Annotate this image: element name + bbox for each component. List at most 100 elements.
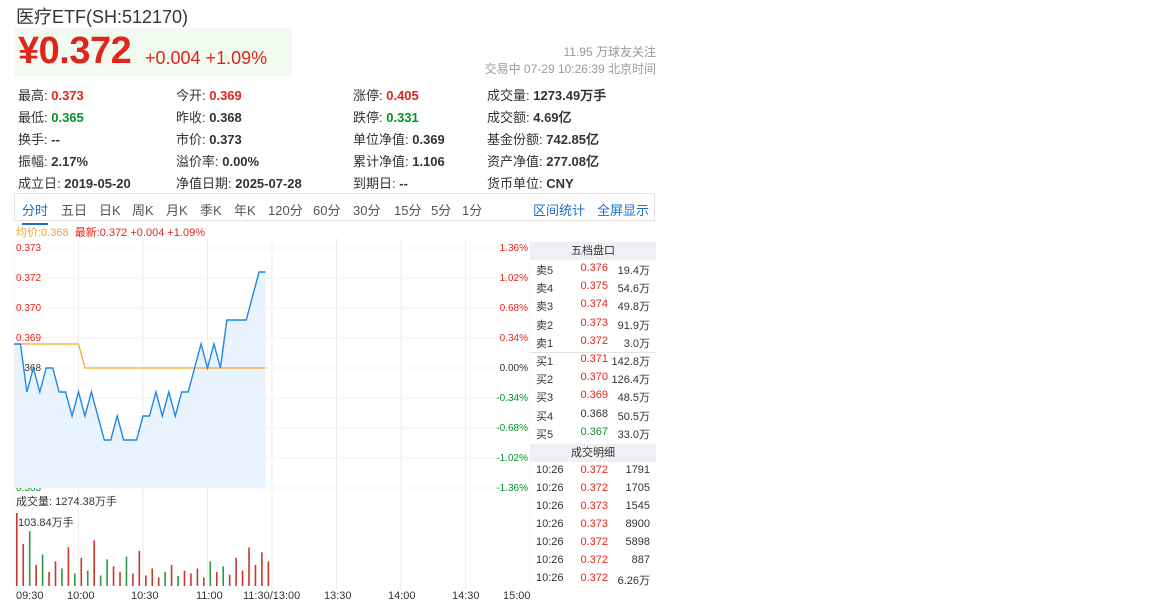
ob-qty: 126.4万 [611, 374, 650, 387]
volume-bar [157, 577, 160, 586]
trade-price: 0.372 [580, 464, 608, 476]
order-book-row: 卖2 0.373 91.9万 [530, 317, 656, 335]
tab-11[interactable]: 5分 [431, 200, 451, 219]
stat-0-2: 涨停: 0.405 [353, 85, 419, 104]
volume-bar [35, 564, 37, 586]
stat-value: 0.00% [222, 154, 260, 169]
x-tick: 10:00 [67, 590, 95, 602]
order-book-row: 买5 0.367 33.0万 [530, 426, 656, 444]
stat-1-3: 成交额: 4.69亿 [487, 107, 572, 126]
tab-4[interactable]: 月K [166, 200, 188, 219]
stat-label: 到期日: [353, 176, 400, 191]
stat-label: 单位净值: [353, 132, 413, 147]
tab-9[interactable]: 30分 [353, 200, 380, 219]
stat-2-2: 单位净值: 0.369 [353, 129, 445, 148]
volume-bar [190, 573, 192, 586]
ob-price: 0.371 [580, 353, 608, 365]
volume-bar [54, 561, 57, 586]
x-tick: 14:30 [452, 590, 480, 602]
order-book-row: 卖4 0.375 54.6万 [530, 280, 656, 298]
stat-value: 742.85亿 [546, 132, 599, 147]
order-book-row: 买4 0.368 50.5万 [530, 408, 656, 426]
intraday-chart[interactable]: 0.3730.3720.3700.3690.3680.3670.3650.364… [14, 238, 530, 603]
ob-level: 卖2 [536, 319, 554, 332]
order-book-row: 买1 0.371 142.8万 [530, 353, 656, 371]
tab-8[interactable]: 60分 [313, 200, 340, 219]
stat-label: 货币单位: [487, 176, 547, 191]
tab-1[interactable]: 五日 [61, 200, 87, 219]
y-tick-right: 1.02% [500, 273, 528, 284]
trade-price: 0.372 [580, 536, 608, 548]
fullscreen-link[interactable]: 全屏显示 [597, 200, 649, 219]
range-stats-link[interactable]: 区间统计 [533, 200, 585, 219]
y-tick-right: 0.68% [500, 303, 528, 314]
volume-bar [48, 571, 50, 586]
stat-0-0: 最高: 0.373 [18, 85, 84, 104]
volume-bar [145, 575, 147, 586]
stat-label: 资产净值: [487, 154, 547, 169]
current-price: ¥0.372 [18, 30, 132, 72]
stat-4-1: 净值日期: 2025-07-28 [176, 173, 302, 192]
stat-value: 277.08亿 [546, 154, 599, 169]
stat-label: 振幅: [18, 154, 52, 169]
stat-3-0: 振幅: 2.17% [18, 151, 88, 170]
stat-label: 昨收: [176, 110, 210, 125]
tab-0[interactable]: 分时 [22, 200, 49, 225]
trade-row: 10:26 0.373 1545 [530, 500, 656, 518]
stat-label: 成交量: [487, 88, 534, 103]
volume-bar [99, 575, 102, 586]
trade-price: 0.373 [580, 500, 608, 512]
volume-bar [170, 564, 173, 586]
price-change: +0.004 +1.09% [145, 48, 268, 68]
volume-bar [132, 573, 134, 586]
ob-level: 买2 [536, 374, 554, 387]
volume-bar [112, 566, 115, 586]
tab-5[interactable]: 季K [200, 200, 222, 219]
stat-2-3: 基金份额: 742.85亿 [487, 129, 599, 148]
tab-3[interactable]: 周K [132, 200, 154, 219]
volume-bar [267, 561, 270, 586]
stat-label: 最低: [18, 110, 52, 125]
volume-bar [41, 554, 44, 586]
trade-time: 10:26 [536, 554, 564, 566]
tab-7[interactable]: 120分 [268, 200, 303, 219]
trade-row: 10:26 0.372 1705 [530, 482, 656, 500]
volume-bar [215, 571, 218, 586]
ob-price: 0.376 [580, 262, 608, 274]
stat-0-3: 成交量: 1273.49万手 [487, 85, 606, 104]
trade-qty: 8900 [625, 518, 650, 530]
stat-value: 2019-05-20 [64, 176, 131, 191]
stat-value: 0.331 [386, 110, 419, 125]
tab-6[interactable]: 年K [234, 200, 256, 219]
trade-time: 10:26 [536, 464, 564, 476]
tab-12[interactable]: 1分 [462, 200, 482, 219]
stat-0-1: 今开: 0.369 [176, 85, 242, 104]
volume-bar [93, 540, 95, 586]
ob-qty: 3.0万 [623, 337, 650, 350]
tab-2[interactable]: 日K [99, 200, 121, 219]
tab-10[interactable]: 15分 [394, 200, 421, 219]
volume-bar [222, 566, 224, 586]
stat-1-2: 跌停: 0.331 [353, 107, 419, 126]
ob-qty: 142.8万 [611, 356, 650, 368]
y-tick-left: 0.370 [16, 303, 41, 314]
stat-label: 净值日期: [176, 176, 236, 191]
stat-value: 0.405 [386, 88, 419, 103]
trade-row: 10:26 0.372 1791 [530, 464, 656, 482]
fund-title: 医疗ETF(SH:512170) [16, 7, 189, 27]
y-tick-right: -1.02% [496, 453, 528, 464]
stat-label: 跌停: [353, 110, 387, 125]
trade-time: 10:26 [536, 572, 564, 584]
volume-bar [196, 568, 199, 586]
volume-bar [67, 547, 70, 586]
volume-bar [209, 561, 212, 586]
x-tick: 09:30 [16, 590, 44, 602]
volume-bar [86, 570, 89, 586]
trade-status-time: 交易中 07-29 10:26:39 北京时间 [484, 62, 656, 76]
ob-qty: 49.8万 [617, 301, 650, 314]
volume-bar [248, 547, 250, 586]
stat-4-0: 成立日: 2019-05-20 [18, 173, 131, 192]
stat-4-3: 货币单位: CNY [487, 173, 574, 192]
stat-label: 今开: [176, 88, 210, 103]
y-tick-right: -0.68% [496, 423, 528, 434]
